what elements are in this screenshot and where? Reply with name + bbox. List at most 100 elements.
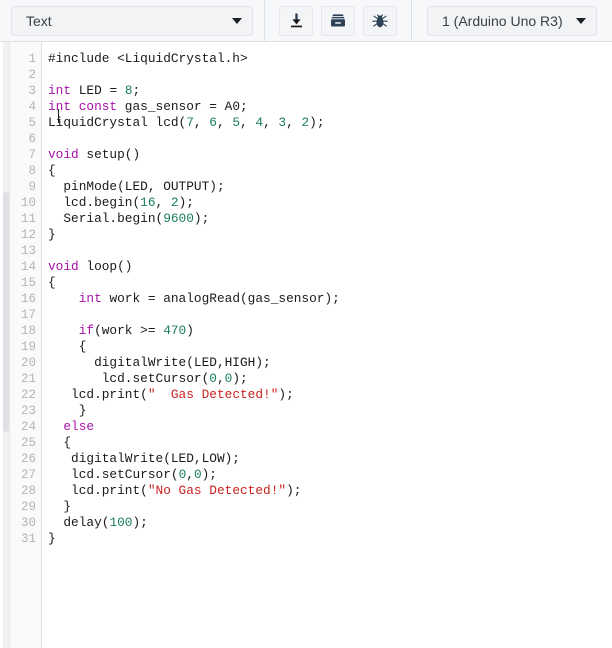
line-number: 20 bbox=[20, 356, 36, 370]
code-line[interactable]: Serial.begin(9600); bbox=[48, 211, 612, 227]
line-number: 25 bbox=[20, 436, 36, 450]
code-token-pl: , bbox=[155, 195, 171, 210]
code-line[interactable]: LiquidCrystal lcd(7, 6, 5, 4, 3, 2); bbox=[48, 115, 612, 131]
code-token-pl: ); bbox=[178, 195, 194, 210]
code-content[interactable]: #include <LiquidCrystal.h> int LED = 8; i… bbox=[42, 42, 612, 648]
code-line[interactable]: lcd.begin(16, 2); bbox=[48, 195, 612, 211]
code-token-pl: ); bbox=[232, 371, 248, 386]
code-token-num: 16 bbox=[140, 195, 156, 210]
code-token-pl: } bbox=[48, 531, 56, 546]
code-line[interactable]: } bbox=[48, 531, 612, 547]
code-token-num: 4 bbox=[255, 115, 264, 130]
library-button[interactable] bbox=[321, 5, 355, 36]
code-line[interactable]: delay(100); bbox=[48, 515, 612, 531]
code-token-pl: Serial.begin( bbox=[48, 211, 164, 226]
line-number: 24 bbox=[20, 420, 36, 434]
board-select-label: 1 (Arduino Uno R3) bbox=[442, 12, 563, 29]
code-token-str: " Gas Detected!" bbox=[147, 387, 279, 402]
code-token-pl: LED = bbox=[71, 83, 125, 98]
code-line[interactable] bbox=[48, 131, 612, 147]
code-line[interactable]: #include <LiquidCrystal.h> bbox=[48, 51, 612, 67]
code-editor-window: Text 1 (Arduino Uno R3) 1 2 3 4 5 6 7 8 … bbox=[0, 0, 612, 648]
upload-button[interactable] bbox=[279, 5, 313, 36]
code-token-pl: , bbox=[240, 115, 256, 130]
code-token-pl: gas_sensor = A0; bbox=[117, 99, 248, 114]
code-line[interactable]: void loop() bbox=[48, 259, 612, 275]
code-token-pl: , bbox=[186, 467, 194, 482]
line-number: 7 bbox=[28, 148, 36, 162]
toolbar-actions bbox=[265, 0, 411, 41]
code-line[interactable]: { bbox=[48, 339, 612, 355]
code-line[interactable]: lcd.print("No Gas Detected!"); bbox=[48, 483, 612, 499]
code-line[interactable]: void setup() bbox=[48, 147, 612, 163]
code-line[interactable]: lcd.setCursor(0,0); bbox=[48, 467, 612, 483]
line-number: 2 bbox=[28, 68, 36, 82]
code-token-pl: , bbox=[216, 115, 233, 130]
code-token-pl: , bbox=[263, 115, 279, 130]
line-number: 29 bbox=[20, 500, 36, 514]
line-number: 27 bbox=[20, 468, 36, 482]
line-number: 23 bbox=[20, 404, 36, 418]
code-token-pl: } bbox=[48, 227, 56, 242]
code-token-pl: #include <LiquidCrystal.h> bbox=[48, 51, 248, 66]
code-token-pl: ); bbox=[286, 483, 302, 498]
line-number: 19 bbox=[20, 340, 36, 354]
code-token-pl: , bbox=[286, 115, 302, 130]
code-line[interactable] bbox=[48, 307, 612, 323]
code-token-num: 7 bbox=[186, 115, 194, 130]
line-number: 8 bbox=[28, 164, 36, 178]
line-number: 5 bbox=[28, 116, 36, 130]
code-line[interactable]: } bbox=[48, 403, 612, 419]
line-number: 3 bbox=[28, 84, 36, 98]
code-token-pl: { bbox=[48, 163, 56, 178]
code-line[interactable]: lcd.print(" Gas Detected!"); bbox=[48, 387, 612, 403]
code-token-num: 5 bbox=[232, 115, 241, 130]
line-number: 15 bbox=[20, 276, 36, 290]
line-number: 21 bbox=[20, 372, 36, 386]
code-line[interactable]: lcd.setCursor(0,0); bbox=[48, 371, 612, 387]
code-token-num: 470 bbox=[163, 323, 187, 338]
code-token-pl: lcd.setCursor( bbox=[48, 467, 179, 482]
code-line[interactable]: } bbox=[48, 499, 612, 515]
code-line[interactable]: { bbox=[48, 275, 612, 291]
line-number: 9 bbox=[28, 180, 36, 194]
code-token-num: 2 bbox=[170, 195, 179, 210]
code-token-kw: int bbox=[48, 83, 72, 98]
code-pane[interactable]: 1 2 3 4 5 6 7 8 9 10 11 12 13 14 15 16 17 18 19 20 21 22 23 24 2… bbox=[9, 42, 612, 648]
code-line[interactable] bbox=[48, 243, 612, 259]
chevron-down-icon bbox=[232, 17, 242, 24]
code-token-num: 2 bbox=[301, 115, 310, 130]
board-select[interactable]: 1 (Arduino Uno R3) bbox=[427, 5, 597, 36]
code-token-pl: digitalWrite(LED,LOW); bbox=[48, 451, 240, 466]
code-line[interactable]: if(work >= 470) bbox=[48, 323, 612, 339]
code-token-num: 0 bbox=[209, 371, 217, 386]
text-cursor bbox=[58, 109, 59, 123]
code-line[interactable]: digitalWrite(LED,HIGH); bbox=[48, 355, 612, 371]
debug-button[interactable] bbox=[363, 5, 397, 36]
code-token-num: 9600 bbox=[163, 211, 194, 226]
code-line[interactable]: } bbox=[48, 227, 612, 243]
code-line[interactable]: else bbox=[48, 419, 612, 435]
code-line[interactable]: digitalWrite(LED,LOW); bbox=[48, 451, 612, 467]
code-line[interactable]: pinMode(LED, OUTPUT); bbox=[48, 179, 612, 195]
code-token-kw: if bbox=[78, 323, 95, 338]
line-number: 6 bbox=[28, 132, 36, 146]
code-token-pl: } bbox=[48, 499, 72, 514]
code-token-pl: { bbox=[48, 275, 56, 290]
line-number: 22 bbox=[20, 388, 36, 402]
line-number: 31 bbox=[20, 532, 36, 546]
editor-area: 1 2 3 4 5 6 7 8 9 10 11 12 13 14 15 16 17 18 19 20 21 22 23 24 2… bbox=[0, 42, 612, 648]
chevron-down-icon bbox=[576, 17, 586, 24]
code-token-num: 6 bbox=[209, 115, 217, 130]
code-token-pl: ); bbox=[309, 115, 325, 130]
code-line[interactable]: int LED = 8; bbox=[48, 83, 612, 99]
code-line[interactable]: { bbox=[48, 435, 612, 451]
code-line[interactable]: int work = analogRead(gas_sensor); bbox=[48, 291, 612, 307]
code-line[interactable] bbox=[48, 67, 612, 83]
code-token-pl: setup() bbox=[78, 147, 141, 162]
code-line[interactable]: int const gas_sensor = A0; bbox=[48, 99, 612, 115]
code-token-kw: int bbox=[78, 291, 102, 306]
mode-select[interactable]: Text bbox=[11, 5, 253, 36]
code-token-pl: pinMode(LED, OUTPUT); bbox=[48, 179, 225, 194]
code-line[interactable]: { bbox=[48, 163, 612, 179]
